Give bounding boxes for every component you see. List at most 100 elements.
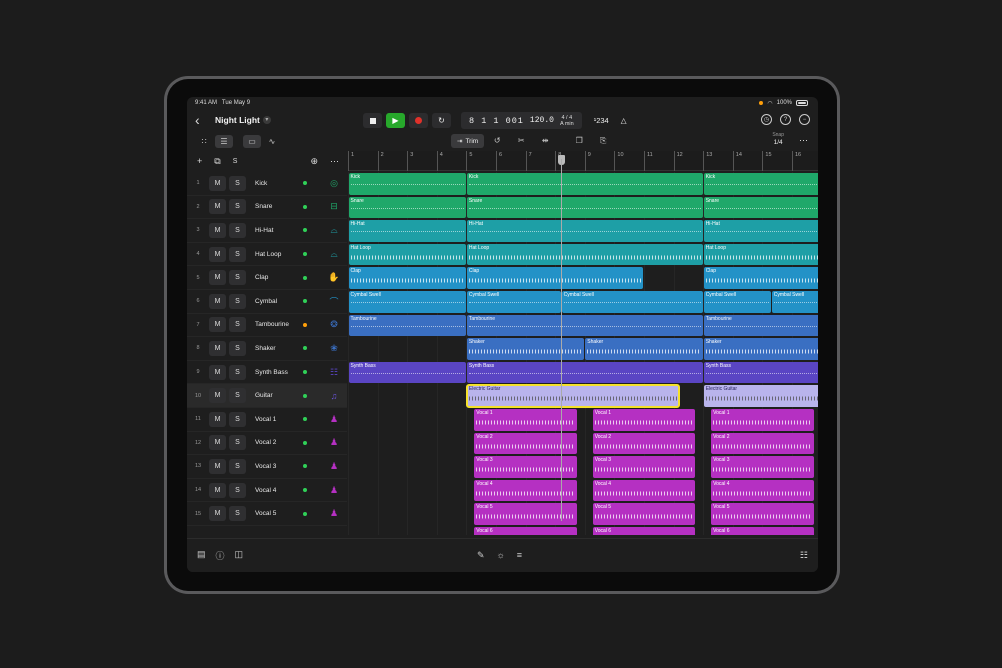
region-synth-bass[interactable]: Synth Bass [703,361,818,384]
region-view-icon[interactable]: ▭ [243,134,261,148]
keyboard-icon[interactable]: ☷ [326,364,342,380]
region-shaker[interactable]: Shaker [466,338,585,360]
region-cymbal-swell[interactable]: Cymbal Swell [561,291,703,313]
region-cymbal-swell[interactable]: Cymbal Swell [771,291,818,313]
mute-button[interactable]: M [209,293,226,309]
region-clap[interactable]: Clap [348,267,466,289]
solo-button[interactable]: S [229,482,246,498]
arrange-area[interactable]: Kick Kick Kick Snare Snare Snare Hi-Hat Hi-Hat H… [348,172,818,535]
plugin-icon[interactable]: ⊕ [310,156,318,167]
region-cymbal-swell[interactable]: Cymbal Swell [466,291,561,313]
track-name[interactable]: Vocal 5 [255,510,299,517]
track-name[interactable]: Vocal 1 [255,416,299,423]
solo-button[interactable]: S [229,340,246,356]
track-header-clap[interactable]: 5 M S Clap ✋ [187,266,347,290]
track-name[interactable]: Hi-Hat [255,227,299,234]
region-tambourine[interactable]: Tambourine [466,314,703,337]
track-header-hat-loop[interactable]: 4 M S Hat Loop ⌓ [187,243,347,267]
toolbar-more-icon[interactable]: ⋯ [799,135,808,146]
mute-button[interactable]: M [209,435,226,451]
track-header-kick[interactable]: 1 M S Kick ◎ [187,172,347,196]
region-synth-bass[interactable]: Synth Bass [466,361,703,384]
tambourine-icon[interactable]: ❂ [326,317,342,333]
track-header-shaker[interactable]: 8 M S Shaker ❀ [187,337,347,361]
track-header-synth-bass[interactable]: 9 M S Synth Bass ☷ [187,361,347,385]
duplicate-track-icon[interactable]: ⧉ [214,156,220,167]
region-shaker[interactable]: Shaker [703,338,818,360]
track-name[interactable]: Shaker [255,345,299,352]
track-name[interactable]: Vocal 2 [255,439,299,446]
solo-button[interactable]: S [229,199,246,215]
region-tambourine[interactable]: Tambourine [348,314,466,337]
snare-drum-icon[interactable]: ⊟ [326,199,342,215]
mute-button[interactable]: M [209,340,226,356]
snap-control[interactable]: Snap 1/4 [772,132,784,146]
track-header-vocal-3[interactable]: 13 M S Vocal 3 ♟ [187,455,347,479]
mute-button[interactable]: M [209,222,226,238]
track-name[interactable]: Guitar [255,392,299,399]
track-name[interactable]: Tambourine [255,321,299,328]
region-snare[interactable]: Snare [703,196,818,219]
vocal-icon[interactable]: ♟ [326,411,342,427]
region-clap[interactable]: Clap [466,267,644,289]
mute-button[interactable]: M [209,199,226,215]
solo-button[interactable]: S [229,411,246,427]
piano-keyboard-icon[interactable]: ☷ [800,550,808,561]
mute-button[interactable]: M [209,175,226,191]
region-snare[interactable]: Snare [466,196,703,219]
track-name[interactable]: Hat Loop [255,251,299,258]
region-hat-loop[interactable]: Hat Loop [348,243,466,266]
solo-button[interactable]: S [229,175,246,191]
tracks-view-icon[interactable]: ☰ [215,134,233,148]
track-name[interactable]: Vocal 4 [255,487,299,494]
mute-button[interactable]: M [209,506,226,522]
solo-button[interactable]: S [229,506,246,522]
region-hi-hat[interactable]: Hi-Hat [703,220,818,242]
mute-button[interactable]: M [209,364,226,380]
trim-tool-button[interactable]: ⇥ Trim [451,134,485,148]
solo-button[interactable]: S [229,270,246,286]
region-vocal-6[interactable]: Vocal 6 [711,527,814,535]
library-icon[interactable]: ▤ [197,549,206,562]
vocal-icon[interactable]: ♟ [326,482,342,498]
guitar-icon[interactable]: ♫ [326,388,342,404]
mute-button[interactable]: M [209,317,226,333]
region-vocal-2[interactable]: Vocal 2 [711,432,814,455]
track-header-tambourine[interactable]: 7 M S Tambourine ❂ [187,314,347,338]
split-tool-icon[interactable]: ✂ [512,134,530,147]
title-menu-chevron-icon[interactable]: ▾ [262,116,271,124]
region-hi-hat[interactable]: Hi-Hat [466,220,703,242]
region-kick[interactable]: Kick [466,173,703,195]
region-cymbal-swell[interactable]: Cymbal Swell [703,291,771,313]
mute-button[interactable]: M [209,411,226,427]
cymbal-icon[interactable]: ⌒ [326,293,342,309]
mute-button[interactable]: M [209,246,226,262]
region-vocal-4[interactable]: Vocal 4 [711,479,814,502]
cycle-button[interactable]: ↻ [432,113,451,128]
solo-button[interactable]: S [229,458,246,474]
timeline-ruler[interactable]: 12345678910111213141516 [348,151,818,171]
copy-icon[interactable]: ❐ [570,134,588,147]
loop-tool-icon[interactable]: ↺ [488,134,506,147]
region-tambourine[interactable]: Tambourine [703,314,818,337]
back-chevron-icon[interactable]: ‹ [195,112,209,128]
region-vocal-3[interactable]: Vocal 3 [711,456,814,478]
stop-button[interactable] [363,113,382,128]
mute-button[interactable]: M [209,482,226,498]
header-solo-label[interactable]: S [233,158,238,165]
vocal-icon[interactable]: ♟ [326,458,342,474]
metronome-icon[interactable]: △ [621,116,627,125]
count-in-button[interactable]: ¹234 [594,116,609,125]
track-header-cymbal[interactable]: 6 M S Cymbal ⌒ [187,290,347,314]
track-header-guitar[interactable]: 10 M S Guitar ♫ [187,384,347,408]
region-kick[interactable]: Kick [348,173,466,195]
solo-button[interactable]: S [229,388,246,404]
header-more-icon[interactable]: ⋯ [330,156,339,167]
track-header-hi-hat[interactable]: 3 M S Hi-Hat ⌓ [187,219,347,243]
hi-hat-icon[interactable]: ⌓ [326,222,342,238]
solo-button[interactable]: S [229,293,246,309]
join-tool-icon[interactable]: ⇹ [536,134,554,147]
track-header-vocal-2[interactable]: 12 M S Vocal 2 ♟ [187,432,347,456]
track-name[interactable]: Vocal 3 [255,463,299,470]
region-vocal-3[interactable]: Vocal 3 [592,456,696,478]
